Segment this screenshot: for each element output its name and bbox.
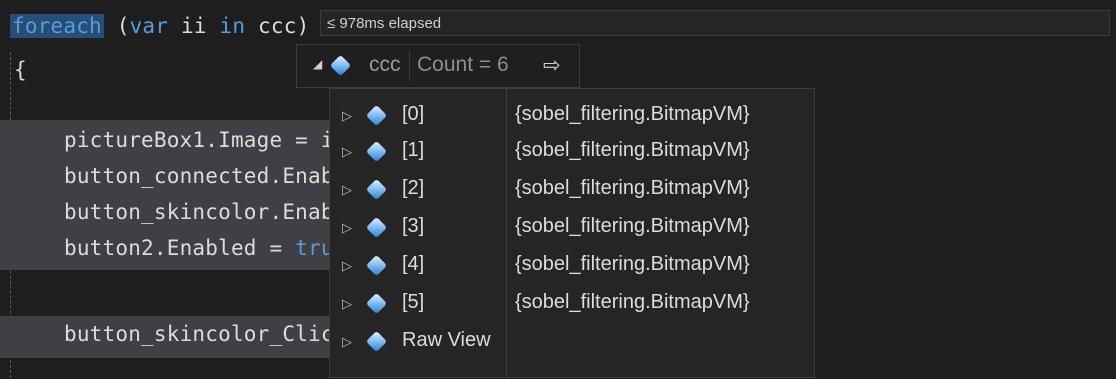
expand-arrow-icon[interactable]: ▷ (342, 108, 352, 124)
datatip-count: Count = 6 (417, 53, 509, 76)
loop-variable[interactable]: ii (181, 14, 207, 38)
expand-arrow-icon[interactable]: ▷ (342, 220, 352, 236)
object-icon (329, 54, 352, 77)
item-index: [3] (402, 215, 425, 237)
item-value: {sobel_filtering.BitmapVM} (515, 215, 750, 237)
true-keyword: tru (295, 236, 334, 260)
expand-arrow-icon[interactable]: ▷ (342, 334, 352, 350)
object-icon (365, 292, 388, 315)
item-value: {sobel_filtering.BitmapVM} (515, 139, 750, 161)
button2-statement: button2.Enabled = (64, 236, 296, 260)
item-index: [0] (402, 103, 425, 125)
expand-arrow-icon[interactable]: ▷ (342, 296, 352, 312)
item-value: {sobel_filtering.BitmapVM} (515, 103, 750, 125)
pin-icon[interactable]: ⇨ (543, 53, 561, 78)
object-icon (365, 104, 388, 127)
object-icon (365, 254, 388, 277)
code-line-button2: button2.Enabled = tru (64, 236, 334, 260)
code-line-skincolor-click: button_skincolor_Clic (64, 322, 334, 346)
paren-open: ( (116, 14, 130, 38)
foreach-line: foreach (var ii in ccc) (10, 14, 309, 38)
code-editor[interactable]: foreach (var ii in ccc) { pictureBox1.Im… (0, 0, 1116, 379)
in-keyword: in (219, 14, 246, 38)
perf-tip: ≤ 978ms elapsed (320, 10, 1110, 36)
open-brace: { (14, 58, 27, 82)
datatip-item-4[interactable]: ▷ [4] {sobel_filtering.BitmapVM} (330, 251, 816, 281)
foreach-keyword[interactable]: foreach (10, 14, 104, 38)
expand-arrow-icon[interactable]: ▷ (342, 144, 352, 160)
object-icon (365, 178, 388, 201)
object-icon (365, 140, 388, 163)
item-index: [5] (402, 291, 425, 313)
datatip-item-5[interactable]: ▷ [5] {sobel_filtering.BitmapVM} (330, 289, 816, 319)
datatip-variable-name: ccc (369, 53, 401, 76)
code-line-button-connected: button_connected.Enab (64, 164, 334, 188)
item-value: {sobel_filtering.BitmapVM} (515, 177, 750, 199)
paren-close: ) (296, 14, 310, 38)
datatip-raw-view[interactable]: ▷ Raw View (330, 327, 816, 357)
code-line-button-skincolor: button_skincolor.Enab (64, 200, 334, 224)
datatip-item-3[interactable]: ▷ [3] {sobel_filtering.BitmapVM} (330, 213, 816, 243)
object-icon (365, 330, 388, 353)
code-line-picturebox: pictureBox1.Image = i (64, 128, 334, 152)
expand-arrow-icon[interactable]: ▷ (342, 182, 352, 198)
datatip-divider (409, 51, 410, 81)
var-keyword: var (129, 14, 169, 38)
object-icon (365, 216, 388, 239)
item-value: {sobel_filtering.BitmapVM} (515, 291, 750, 313)
collapse-arrow-icon[interactable]: ◢ (313, 57, 322, 71)
item-index: [4] (402, 253, 425, 275)
item-index: [1] (402, 139, 425, 161)
datatip-header[interactable]: ◢ ccc Count = 6 ⇨ (296, 44, 580, 88)
expand-arrow-icon[interactable]: ▷ (342, 258, 352, 274)
datatip-expanded-list[interactable]: ▷ [0] {sobel_filtering.BitmapVM} ▷ [1] {… (329, 88, 816, 379)
datatip-item-1[interactable]: ▷ [1] {sobel_filtering.BitmapVM} (330, 137, 816, 167)
datatip-item-2[interactable]: ▷ [2] {sobel_filtering.BitmapVM} (330, 175, 816, 205)
datatip-item-0[interactable]: ▷ [0] {sobel_filtering.BitmapVM} (330, 101, 816, 131)
item-value: {sobel_filtering.BitmapVM} (515, 253, 750, 275)
raw-view-label: Raw View (402, 329, 491, 351)
collection-variable[interactable]: ccc (258, 14, 297, 38)
item-index: [2] (402, 177, 425, 199)
